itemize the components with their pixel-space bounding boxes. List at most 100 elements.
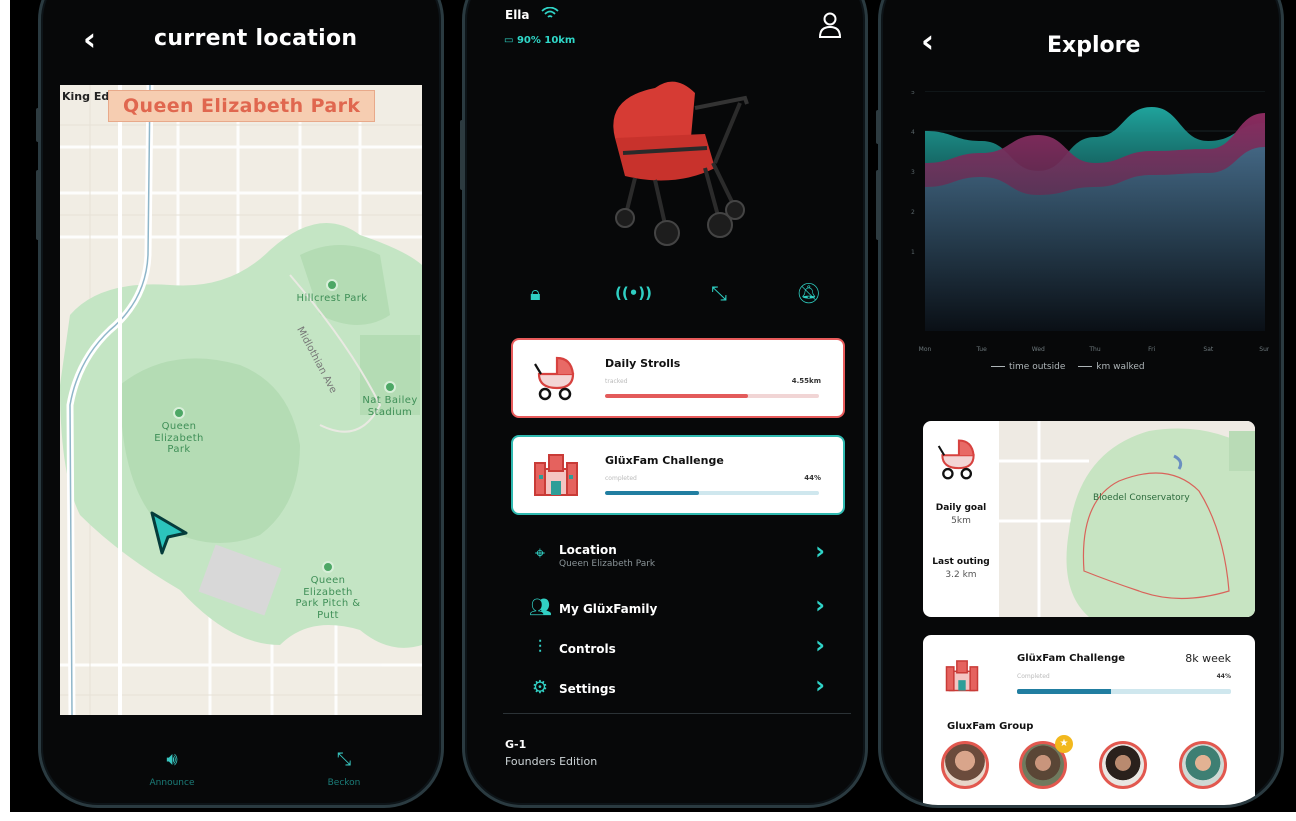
location-map[interactable]: King Ed Queen Elizabeth Park Hillcrest P… [60,85,422,715]
bell-off-icon[interactable]: 🔕︎ [796,281,821,305]
progress-bar [605,394,819,398]
settings-menu: ⌖ Location Queen Elizabeth Park › 👥︎ My … [529,537,839,711]
menu-label: Location [559,543,617,557]
card-value: 4.55km [791,377,821,385]
challenge-subtitle: Completed [1017,673,1050,680]
avatar[interactable] [1179,741,1227,789]
chart-legend: time outside km walked [991,362,1155,372]
card-title: GlüxFam Challenge [605,454,724,467]
menu-sublabel: Queen Elizabeth Park [559,559,656,569]
page-title: current location [154,26,358,51]
x-tick-label: Fri [1148,346,1155,353]
y-tick-label: 2 [911,209,915,216]
park-pin-icon [326,279,338,291]
last-outing-label: Last outing [932,557,990,567]
avatar[interactable] [941,741,989,789]
x-tick-label: Tue [976,346,988,353]
gluxfam-challenge-panel[interactable]: GlüxFam Challenge 8k week Completed 44% … [923,635,1255,805]
stadium-pin-icon [384,381,396,393]
golf-pin-icon [322,561,334,573]
castle-icon [534,454,578,496]
chevron-right-icon: › [815,671,825,699]
poi-hillcrest-park[interactable]: Hillcrest Park [292,279,372,305]
y-tick-label: 3 [911,169,915,176]
challenge-period: 8k week [1185,652,1231,665]
menu-item-location[interactable]: ⌖ Location Queen Elizabeth Park › [529,537,839,577]
location-name-chip: Queen Elizabeth Park [108,90,376,122]
y-tick-label: 5 [911,91,915,96]
volume-button [460,120,465,190]
divider [503,713,851,714]
activity-chart[interactable]: 1 2 3 4 5 Mon Tue Wed Thu Fri Sat Sun [909,91,1269,371]
stroller-image [613,81,749,246]
announce-button[interactable]: 🔊︎ Announce [137,749,207,788]
menu-label: Settings [559,682,616,696]
progress-bar [605,491,819,495]
sliders-icon: ⫶ [537,637,543,658]
phone-explore: ‹ Explore 1 2 3 4 5 Mon Tue Wed Thu Fri Sat Sun ti… [878,0,1284,808]
poi-queen-elizabeth-park[interactable]: Queen Elizabeth Park [144,407,214,456]
speaker-icon: 🔊︎ [166,749,178,770]
menu-item-controls[interactable]: ⫶ Controls › [529,631,839,671]
card-subtitle: tracked [605,378,628,385]
user-profile-icon[interactable] [817,11,843,41]
x-tick-label: Sun [1259,346,1269,353]
chevron-right-icon: › [815,537,825,565]
card-subtitle: completed [605,475,637,482]
location-pin-icon: ⌖ [534,543,546,564]
poi-nat-bailey-stadium[interactable]: Nat Bailey Stadium [358,381,422,418]
card-value: 44% [804,474,821,482]
battery-icon: ▭ [504,35,517,46]
volume-button [36,170,41,240]
map-place-label: Bloedel Conservatory [1093,493,1190,503]
card-title: Daily Strolls [605,357,681,370]
menu-item-my-gluxfamily[interactable]: 👥︎ My GlüxFamily › [529,591,839,631]
gear-icon: ⚙︎ [531,677,549,698]
chevron-right-icon: › [815,631,825,659]
walk-summary-card[interactable]: Daily goal 5km Last outing 3.2 km Bloede… [923,421,1255,617]
wifi-icon [541,6,559,22]
screenshot-canvas: ‹ current location King Ed Queen Elizabe… [10,0,1296,812]
child-name: Ella [505,8,530,22]
menu-label: Controls [559,642,616,656]
avatar[interactable] [1099,741,1147,789]
back-chevron-icon[interactable]: ‹ [921,25,934,57]
volume-button [36,108,41,142]
legend-item: km walked [1078,362,1145,372]
phone-current-location: ‹ current location King Ed Queen Elizabe… [38,0,444,808]
y-tick-label: 4 [911,129,915,136]
daily-goal-label: Daily goal [935,503,987,513]
lock-icon[interactable]: 🔒︎ [530,281,541,305]
y-tick-label: 1 [911,249,915,256]
group-label: GluxFam Group [947,721,1034,732]
volume-button [876,170,881,240]
collapse-icon: ⤡ [336,749,352,770]
map-street-label: King Ed [62,90,110,103]
stroller-icon [937,439,975,480]
back-chevron-icon[interactable]: ‹ [83,23,96,55]
battery-status: ▭ 90% 10km [504,35,576,46]
x-tick-label: Mon [919,346,932,353]
challenge-title: GlüxFam Challenge [1017,653,1126,664]
daily-goal-value: 5km [951,516,971,526]
page-title: Explore [1047,33,1141,58]
quick-controls: 🔒︎ ((•)) ⤡ 🔕︎ [465,281,865,311]
collapse-icon[interactable]: ⤡ [711,281,727,305]
gluxfam-challenge-card[interactable]: GlüxFam Challenge completed 44% [511,435,845,515]
stroller-icon [534,356,575,401]
volume-button [876,110,881,144]
daily-strolls-card[interactable]: Daily Strolls tracked 4.55km [511,338,845,418]
poi-pitch-and-putt[interactable]: Queen Elizabeth Park Pitch & Putt [292,561,364,621]
menu-label: My GlüxFamily [559,602,658,616]
menu-item-settings[interactable]: ⚙︎ Settings › [529,671,839,711]
device-model: G-1 [505,738,527,751]
people-icon: 👥︎ [529,597,552,618]
walk-route-map[interactable]: Bloedel Conservatory [999,421,1255,617]
route-map-graphic [999,421,1255,617]
challenge-value: 44% [1216,673,1231,680]
x-tick-label: Wed [1032,346,1045,353]
beckon-button[interactable]: ⤡ Beckon [309,749,379,788]
legend-item: time outside [991,362,1065,372]
device-edition: Founders Edition [505,755,598,768]
signal-icon[interactable]: ((•)) [615,284,652,302]
